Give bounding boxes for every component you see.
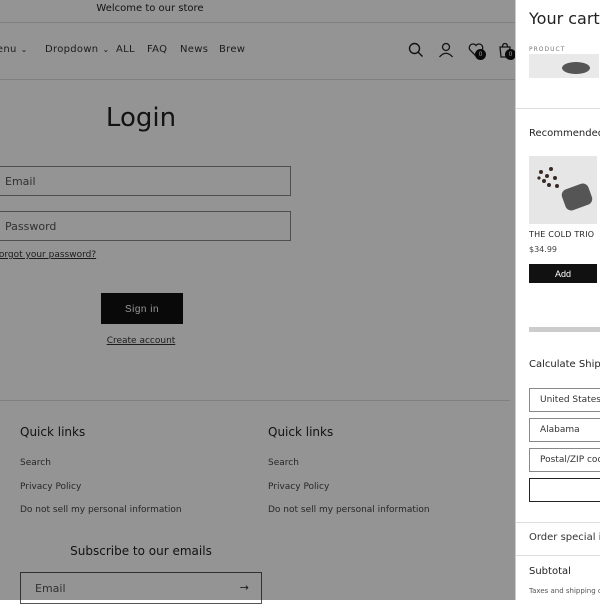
calculate-shipping-button[interactable] <box>529 478 600 502</box>
cart-title: Your cart <box>529 9 600 28</box>
postal-code-input[interactable]: Postal/ZIP code <box>529 448 600 472</box>
country-select[interactable]: United States <box>529 388 600 412</box>
page: Welcome to our store Menu⌄ Dropdown⌄ ALL… <box>0 0 600 604</box>
order-special-instructions-toggle[interactable]: Order special instructions <box>529 532 600 543</box>
subtotal-label: Subtotal <box>529 566 571 577</box>
divider <box>516 108 600 109</box>
cart-item-image <box>529 54 599 78</box>
divider <box>516 522 600 523</box>
taxes-note: Taxes and shipping calculated at checkou… <box>529 587 600 595</box>
modal-overlay[interactable] <box>0 0 516 600</box>
coffee-bag-image <box>529 156 597 224</box>
state-select[interactable]: Alabama <box>529 418 600 442</box>
recommended-heading: Recommended <box>529 128 600 139</box>
recommended-product-name[interactable]: THE COLD TRIO <box>529 230 594 239</box>
cart-drawer: Your cart PRODUCT Recommended THE COLD T… <box>516 0 600 600</box>
recommended-product-price: $34.99 <box>529 245 557 254</box>
product-image <box>529 54 599 78</box>
calculate-shipping-heading: Calculate Shipping <box>529 359 600 370</box>
product-column-label: PRODUCT <box>529 46 566 53</box>
recommended-product-image[interactable] <box>529 156 597 224</box>
divider <box>516 555 600 556</box>
add-to-cart-button[interactable]: Add <box>529 264 597 283</box>
progress-bar <box>529 327 600 332</box>
